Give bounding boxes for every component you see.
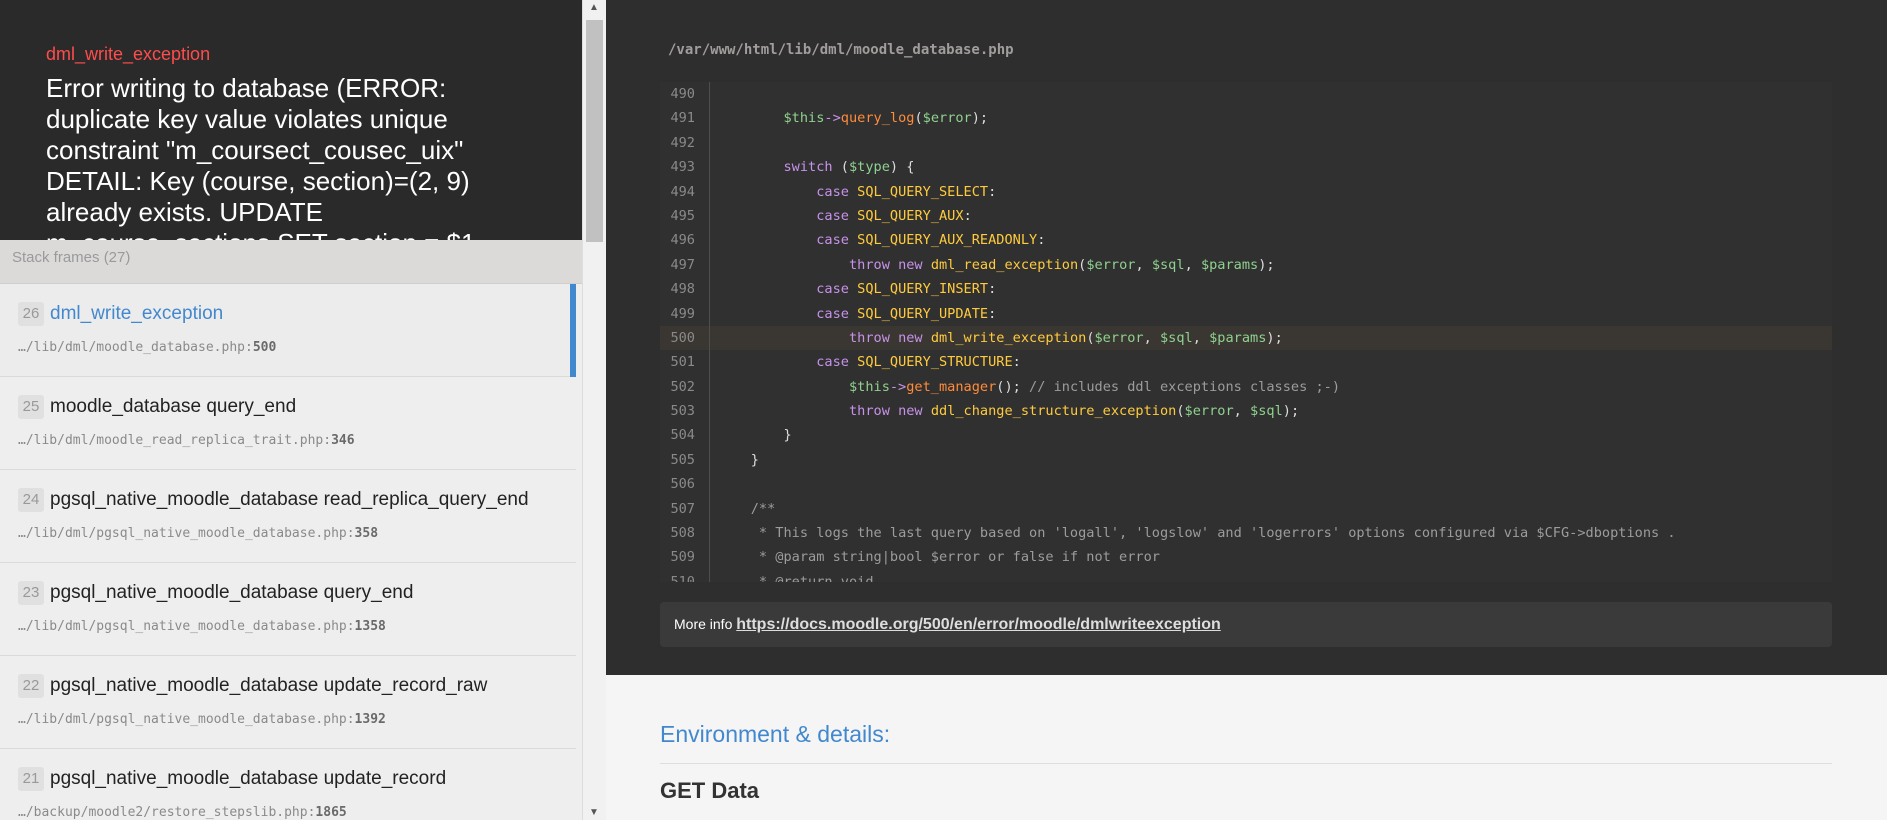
frame-file: …/lib/dml/pgsql_native_moodle_database.p… — [18, 712, 386, 727]
frame-name: dml_write_exception — [50, 303, 224, 324]
code-line: 490 — [660, 82, 1832, 107]
code-line: 496 case SQL_QUERY_AUX_READONLY: — [660, 228, 1832, 253]
exception-header: dml_write_exception Error writing to dat… — [0, 0, 582, 240]
exception-message: Error writing to database (ERROR: duplic… — [46, 73, 475, 240]
stack-frames-title: Stack frames (27) — [0, 240, 582, 284]
code-line: 494 case SQL_QUERY_SELECT: — [660, 179, 1832, 204]
code-line: 497 throw new dml_read_exception($error,… — [660, 252, 1832, 278]
left-scrollbar[interactable]: ▲ ▼ — [582, 0, 606, 820]
scrollbar-thumb[interactable] — [586, 20, 603, 242]
code-line: 491 $this->query_log($error); — [660, 106, 1832, 131]
more-info-label: More info — [674, 616, 733, 632]
stack-frame[interactable]: 23 pgsql_native_moodle_database query_end… — [0, 563, 576, 656]
frame-index: 21 — [18, 767, 44, 791]
code-line: 502 $this->get_manager(); // includes dd… — [660, 374, 1832, 400]
stack-frame[interactable]: 21 pgsql_native_moodle_database update_re… — [0, 749, 576, 820]
frame-file: …/lib/dml/pgsql_native_moodle_database.p… — [18, 526, 379, 541]
stack-frame[interactable]: 26 dml_write_exception …/lib/dml/moodle_d… — [0, 284, 576, 377]
exception-class: dml_write_exception — [46, 44, 211, 64]
code-line: 499 case SQL_QUERY_UPDATE: — [660, 301, 1832, 326]
environment-divider — [660, 763, 1832, 764]
code-file-path: /var/www/html/lib/dml/moodle_database.ph… — [668, 42, 1014, 58]
scroll-up-arrow-icon[interactable]: ▲ — [589, 2, 599, 13]
more-info-bar: More info https://docs.moodle.org/500/en… — [660, 602, 1832, 647]
frame-file: …/backup/moodle2/restore_stepslib.php:18… — [18, 805, 347, 820]
code-viewer: 490 491 $this->query_log($error); 492 49… — [660, 82, 1832, 582]
frame-index: 24 — [18, 488, 44, 512]
frame-file: …/lib/dml/moodle_read_replica_trait.php:… — [18, 433, 355, 448]
frame-name: pgsql_native_moodle_database query_end — [50, 582, 414, 603]
left-panel: dml_write_exception Error writing to dat… — [0, 0, 582, 820]
code-line: 509 * @param string|bool $error or false… — [660, 545, 1832, 570]
frame-file: …/lib/dml/moodle_database.php:500 — [18, 340, 277, 355]
more-info-link[interactable]: https://docs.moodle.org/500/en/error/moo… — [736, 616, 1221, 633]
scroll-down-arrow-icon[interactable]: ▼ — [589, 807, 599, 818]
right-panel: /var/www/html/lib/dml/moodle_database.ph… — [606, 0, 1887, 820]
frame-name: pgsql_native_moodle_database update_reco… — [50, 768, 447, 789]
frame-index: 22 — [18, 674, 44, 698]
frame-index: 23 — [18, 581, 44, 605]
get-data-title: GET Data — [660, 778, 760, 803]
frame-index: 25 — [18, 395, 44, 419]
code-line: 510 * @return void — [660, 569, 1832, 582]
environment-title: Environment & details: — [660, 721, 891, 747]
code-line: 506 — [660, 472, 1832, 497]
frame-name: moodle_database query_end — [50, 396, 297, 417]
stack-frames-list[interactable]: 26 dml_write_exception …/lib/dml/moodle_d… — [0, 284, 576, 820]
stack-frame[interactable]: 25 moodle_database query_end …/lib/dml/mo… — [0, 377, 576, 470]
code-line: 501 case SQL_QUERY_STRUCTURE: — [660, 350, 1832, 375]
code-line: 503 throw new ddl_change_structure_excep… — [660, 399, 1832, 424]
stack-frame[interactable]: 22 pgsql_native_moodle_database update_re… — [0, 656, 576, 749]
code-line: 504 } — [660, 423, 1832, 448]
frame-name: pgsql_native_moodle_database update_reco… — [50, 675, 488, 696]
code-line: 508 * This logs the last query based on … — [660, 521, 1832, 546]
frame-name: pgsql_native_moodle_database read_replic… — [50, 489, 529, 510]
frame-index: 26 — [18, 302, 44, 326]
stack-frame[interactable]: 24 pgsql_native_moodle_database read_repl… — [0, 470, 576, 563]
code-panel: /var/www/html/lib/dml/moodle_database.ph… — [606, 0, 1887, 675]
frame-file: …/lib/dml/pgsql_native_moodle_database.p… — [18, 619, 386, 634]
code-line: 498 case SQL_QUERY_INSERT: — [660, 277, 1832, 302]
code-line: 505 } — [660, 447, 1832, 473]
code-line: 493 switch ($type) { — [660, 155, 1832, 180]
code-line: 492 — [660, 130, 1832, 156]
code-line-highlighted: 500 throw new dml_write_exception($error… — [660, 325, 1832, 351]
code-line: 507 /** — [660, 496, 1832, 522]
code-line: 495 case SQL_QUERY_AUX: — [660, 203, 1832, 229]
